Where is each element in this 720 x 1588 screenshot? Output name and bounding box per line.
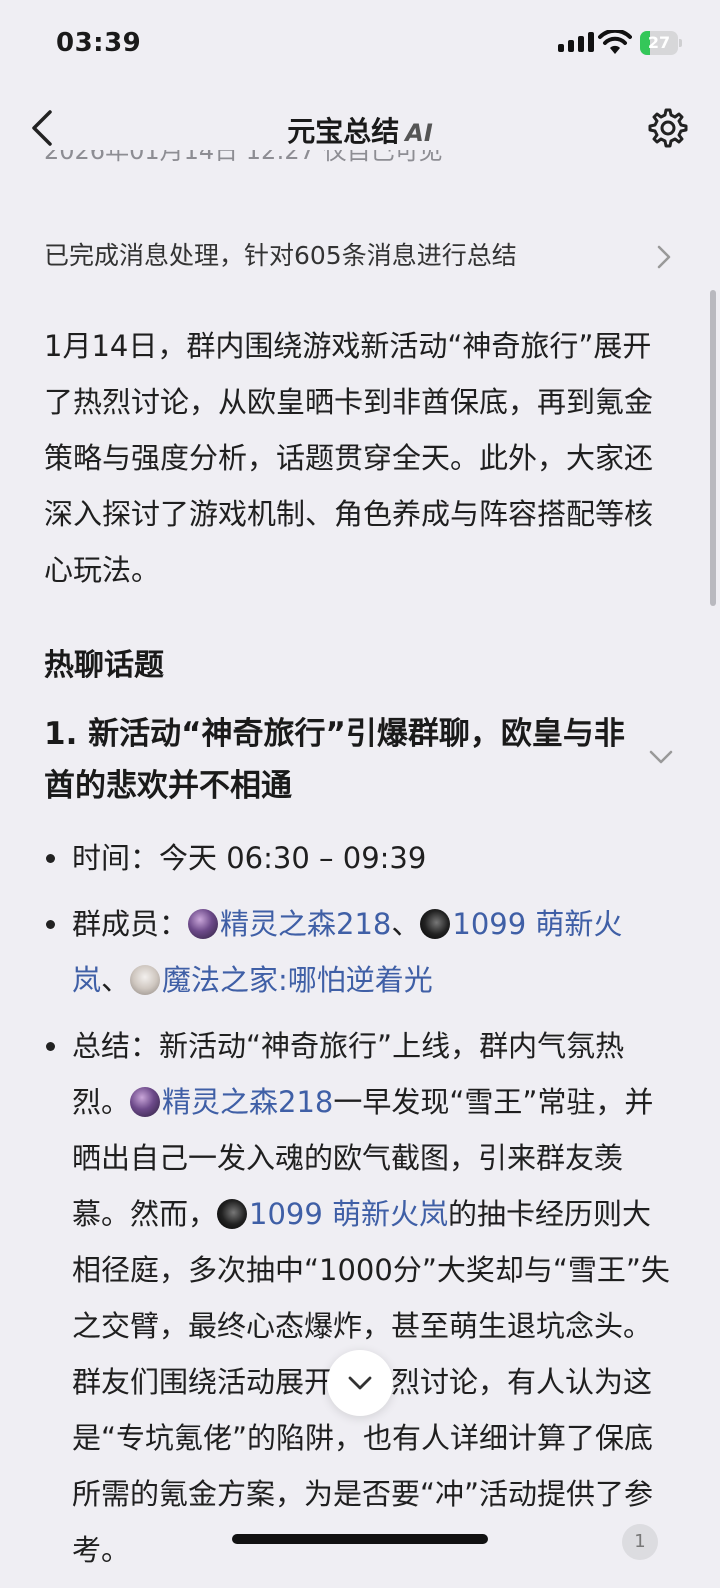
member-mention[interactable]: 精灵之森218 bbox=[162, 1085, 333, 1119]
status-bar: 03:39 27 bbox=[0, 0, 720, 90]
member-mention[interactable]: 魔法之家:哪怕逆着光 bbox=[162, 963, 433, 997]
avatar bbox=[130, 1087, 161, 1117]
time-value: 今天 06:30 – 09:39 bbox=[159, 841, 427, 875]
battery-level: 27 bbox=[647, 33, 671, 52]
time-label: 时间： bbox=[72, 841, 160, 875]
topic-title: 1. 新活动“神奇旅行”引爆群聊，欧皇与非酋的悲欢并不相通 bbox=[44, 716, 625, 804]
hot-topics-heading: 热聊话题 bbox=[44, 648, 164, 683]
ai-label: AI bbox=[405, 119, 433, 147]
processed-label: 已完成消息处理，针对605条消息进行总结 bbox=[44, 241, 517, 270]
avatar bbox=[217, 1199, 248, 1229]
battery-icon: 27 bbox=[640, 31, 682, 55]
member-mention[interactable]: 精灵之森218 bbox=[220, 907, 391, 941]
avatar bbox=[188, 909, 219, 939]
scroll-down-button[interactable] bbox=[327, 1350, 393, 1416]
members-label: 群成员： bbox=[72, 907, 189, 941]
time-bullet: 时间：今天 06:30 – 09:39 bbox=[44, 830, 674, 886]
status-time: 03:39 bbox=[56, 28, 142, 58]
home-indicator bbox=[232, 1534, 488, 1544]
member-mention[interactable]: 1099 萌新火岚 bbox=[249, 1197, 448, 1231]
separator: 、 bbox=[101, 963, 131, 997]
summary-bullet: 总结：新活动“神奇旅行”上线，群内气氛热烈。 精灵之森218一早发现“雪王”常驻，… bbox=[44, 1018, 674, 1578]
chevron-down-icon[interactable] bbox=[648, 748, 674, 766]
page-title: 元宝总结 AI bbox=[287, 115, 433, 148]
wifi-icon bbox=[598, 30, 632, 54]
footnote-badge[interactable]: 1 bbox=[622, 1524, 658, 1560]
chevron-right-icon bbox=[657, 245, 671, 269]
members-bullet: 群成员： 精灵之森218、 1099 萌新火岚、 魔法之家:哪怕逆着光 bbox=[44, 896, 674, 1008]
cellular-signal-icon bbox=[558, 32, 594, 52]
scrollbar[interactable] bbox=[710, 290, 716, 606]
summary-label: 总结： bbox=[72, 1029, 160, 1063]
separator: 、 bbox=[391, 907, 421, 941]
summary-paragraph: 1月14日，群内围绕游戏新活动“神奇旅行”展开了热烈讨论，从欧皇晒卡到非酋保底，… bbox=[44, 329, 654, 587]
avatar bbox=[420, 909, 451, 939]
avatar bbox=[130, 965, 161, 995]
nav-bar: 元宝总结 AI bbox=[0, 96, 720, 160]
processed-messages-row[interactable]: 已完成消息处理，针对605条消息进行总结 bbox=[44, 236, 684, 276]
topic-details: 时间：今天 06:30 – 09:39 群成员： 精灵之森218、 1099 萌新火… bbox=[44, 830, 674, 1588]
chevron-down-icon bbox=[348, 1376, 372, 1390]
settings-gear-icon[interactable] bbox=[646, 106, 690, 150]
